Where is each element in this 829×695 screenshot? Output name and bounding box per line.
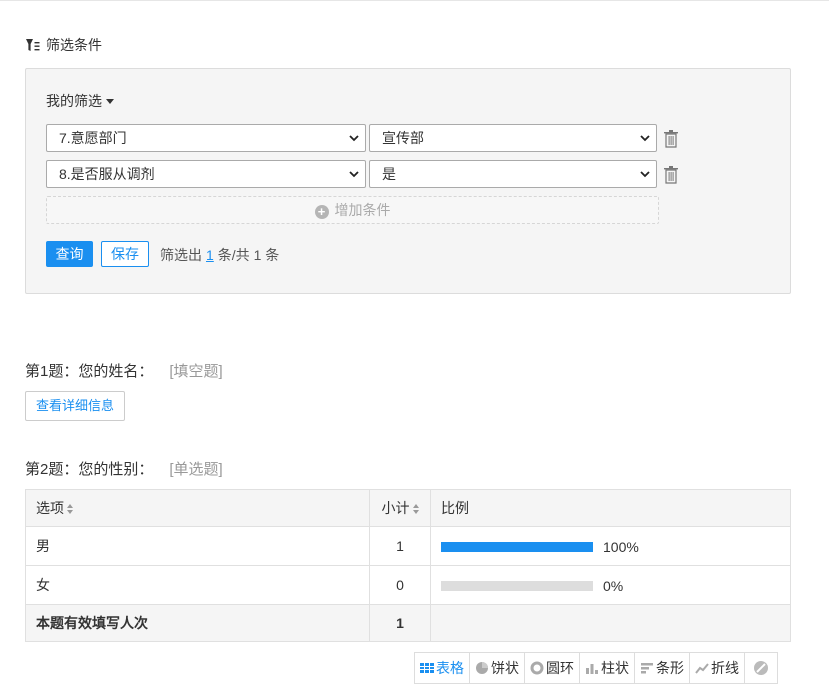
condition-value-select-2[interactable]: 是: [369, 160, 657, 188]
chevron-down-icon: [349, 171, 359, 178]
chevron-down-icon: [640, 135, 650, 142]
ratio-bar-track: [441, 580, 593, 591]
header-option[interactable]: 选项: [25, 489, 370, 527]
condition-value: 是: [382, 166, 396, 182]
result-suffix: 条/共 1 条: [217, 247, 280, 263]
filter-icon: [26, 38, 40, 51]
condition-value: 宣传部: [382, 130, 424, 146]
condition-value-select-1[interactable]: 宣传部: [369, 124, 657, 152]
condition-field-value: 7.意愿部门: [59, 130, 127, 146]
add-condition-button[interactable]: + 增加条件: [46, 196, 659, 224]
total-label: 本题有效填写人次: [25, 604, 370, 642]
total-row: 本题有效填写人次 1: [25, 604, 791, 642]
question-2-title: 第2题：您的性别： [单选题]: [25, 458, 223, 479]
tab-line[interactable]: 折线: [689, 652, 745, 684]
my-filter-dropdown[interactable]: 我的筛选: [46, 91, 114, 111]
tab-label: 饼状: [491, 660, 519, 676]
stats-table: 选项 小计 比例 男 1 100% 女 0 0% 本题有效填写人次 1: [25, 489, 791, 642]
ratio-percent: 100%: [603, 538, 639, 555]
bar-icon: [641, 663, 653, 674]
question-title-text: 第2题：您的性别：: [25, 461, 154, 478]
caret-down-icon: [106, 99, 114, 104]
filter-panel: 我的筛选 7.意愿部门 宣传部 8.是否服从调剂 是 + 增加条件 查询 保存 筛…: [25, 68, 791, 294]
column-icon: [586, 664, 598, 674]
table-header-row: 选项 小计 比例: [25, 489, 791, 527]
query-button[interactable]: 查询: [46, 241, 93, 267]
line-icon: [695, 663, 709, 674]
ratio-bar-fill: [441, 541, 593, 552]
tab-label: 柱状: [601, 660, 629, 676]
header-count-label: 小计: [381, 500, 410, 516]
save-button[interactable]: 保存: [101, 241, 149, 267]
table-row: 男 1 100%: [25, 526, 791, 566]
tab-hide-chart[interactable]: [744, 652, 778, 684]
filter-section-title: 筛选条件: [26, 35, 102, 55]
header-ratio: 比例: [430, 489, 791, 527]
question-title-text: 第1题：您的姓名：: [25, 363, 154, 380]
chevron-down-icon: [640, 171, 650, 178]
question-type: [单选题]: [169, 461, 223, 478]
ratio-percent: 0%: [603, 577, 624, 594]
trash-icon[interactable]: [663, 130, 679, 148]
ratio-bar-track: [441, 541, 593, 552]
tab-bar[interactable]: 条形: [634, 652, 690, 684]
header-count[interactable]: 小计: [369, 489, 431, 527]
chevron-down-icon: [349, 135, 359, 142]
my-filter-label: 我的筛选: [46, 93, 102, 109]
condition-field-select-2[interactable]: 8.是否服从调剂: [46, 160, 366, 188]
count-cell: 0: [369, 565, 431, 605]
top-divider: [0, 0, 829, 1]
view-details-button[interactable]: 查看详细信息: [25, 391, 125, 421]
hide-icon: [754, 661, 768, 675]
filter-result: 筛选出 1 条/共 1 条: [160, 245, 279, 265]
add-condition-label: 增加条件: [334, 202, 391, 218]
pie-icon: [476, 662, 488, 674]
plus-circle-icon: +: [314, 205, 329, 219]
option-cell: 男: [25, 526, 370, 566]
count-cell: 1: [369, 526, 431, 566]
ratio-cell: 0%: [430, 565, 791, 605]
condition-field-value: 8.是否服从调剂: [59, 166, 155, 182]
ratio-cell: 100%: [430, 526, 791, 566]
tab-label: 表格: [436, 660, 464, 676]
tab-column[interactable]: 柱状: [579, 652, 635, 684]
tab-pie[interactable]: 饼状: [469, 652, 525, 684]
total-empty: [430, 604, 791, 642]
total-count: 1: [369, 604, 431, 642]
table-icon: [420, 663, 434, 673]
option-cell: 女: [25, 565, 370, 605]
question-type: [填空题]: [169, 363, 223, 380]
sort-icon[interactable]: [412, 504, 419, 514]
result-count-link[interactable]: 1: [206, 247, 214, 263]
donut-icon: [530, 661, 544, 675]
chart-type-tabs: 表格 饼状 圆环 柱状 条形 折线: [414, 652, 778, 684]
filter-title-text: 筛选条件: [46, 37, 102, 53]
tab-table[interactable]: 表格: [414, 652, 470, 684]
tab-donut[interactable]: 圆环: [524, 652, 580, 684]
question-1-title: 第1题：您的姓名： [填空题]: [25, 360, 223, 381]
condition-field-select-1[interactable]: 7.意愿部门: [46, 124, 366, 152]
tab-label: 条形: [656, 660, 684, 676]
result-prefix: 筛选出: [160, 247, 202, 263]
tab-label: 折线: [711, 660, 739, 676]
tab-label: 圆环: [546, 660, 574, 676]
trash-icon[interactable]: [663, 166, 679, 184]
table-row: 女 0 0%: [25, 565, 791, 605]
header-option-label: 选项: [36, 500, 64, 516]
sort-icon[interactable]: [67, 504, 73, 514]
